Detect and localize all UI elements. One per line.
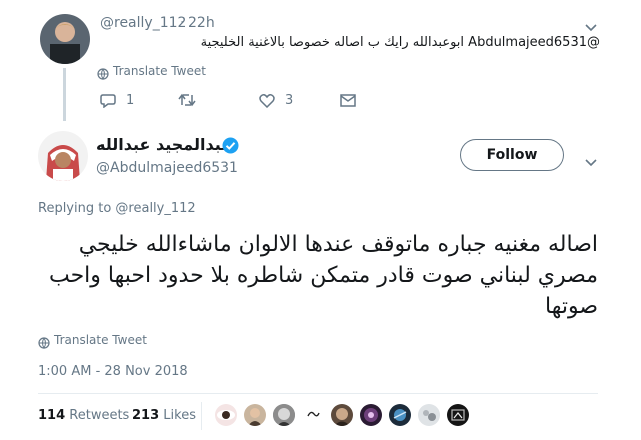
follow-button[interactable]: Follow (460, 139, 564, 171)
heart-icon (259, 93, 275, 108)
like-count: 213 (132, 408, 160, 423)
reply-icon (100, 94, 116, 108)
parent-caret-icon[interactable] (585, 17, 597, 36)
retweet-stat[interactable]: 114 Retweets (38, 408, 129, 423)
like-stat[interactable]: 213 Likes (132, 408, 196, 423)
author-display-name[interactable]: عبدالمجيد عبدالله (96, 135, 232, 154)
retweet-label: Retweets (69, 408, 130, 423)
liker-avatar[interactable] (360, 404, 382, 426)
liker-avatar[interactable] (302, 404, 324, 426)
parent-like-count: 3 (285, 93, 294, 108)
parent-avatar[interactable] (40, 14, 90, 64)
parent-translate-link[interactable]: Translate Tweet (113, 64, 206, 78)
liker-avatar[interactable] (273, 404, 295, 426)
tweet-timestamp[interactable]: 1:00 AM - 28 Nov 2018 (38, 364, 188, 379)
main-translate-link[interactable]: Translate Tweet (54, 333, 147, 347)
parent-retweet-button[interactable] (178, 93, 196, 107)
retweet-count: 114 (38, 408, 66, 423)
retweet-icon (178, 93, 196, 107)
parent-handle[interactable]: @really_112 (100, 15, 186, 31)
author-handle[interactable]: @Abdulmajeed6531 (96, 160, 238, 176)
stats-vertical-divider (201, 402, 202, 430)
liker-avatar[interactable] (447, 404, 469, 426)
globe-icon (38, 334, 50, 353)
liker-avatar[interactable] (418, 404, 440, 426)
author-avatar[interactable] (38, 131, 88, 181)
verified-badge-icon (222, 137, 239, 158)
liker-avatar[interactable] (244, 404, 266, 426)
liker-avatar[interactable] (215, 404, 237, 426)
parent-dm-button[interactable] (340, 94, 356, 107)
parent-tweet-text: @Abdulmajeed6531 ابوعبدالله رايك ب اصاله… (200, 35, 600, 50)
parent-like-button[interactable]: 3 (259, 93, 293, 108)
parent-reply-count: 1 (126, 93, 135, 108)
liker-avatar[interactable] (331, 404, 353, 426)
like-label: Likes (163, 408, 196, 423)
stats-divider (38, 393, 598, 394)
parent-reply-button[interactable]: 1 (100, 93, 134, 108)
tweet-caret-icon[interactable] (585, 152, 597, 171)
globe-icon (97, 65, 109, 84)
parent-time[interactable]: 22h (188, 15, 215, 31)
thread-line (63, 68, 66, 121)
parent-dot: · (180, 15, 185, 31)
main-tweet-text: اصاله مغنيه جباره ماتوقف عندها الالوان م… (48, 232, 598, 319)
replying-to[interactable]: Replying to @really_112 (38, 201, 196, 216)
liker-avatar[interactable] (389, 404, 411, 426)
envelope-icon (340, 94, 356, 107)
